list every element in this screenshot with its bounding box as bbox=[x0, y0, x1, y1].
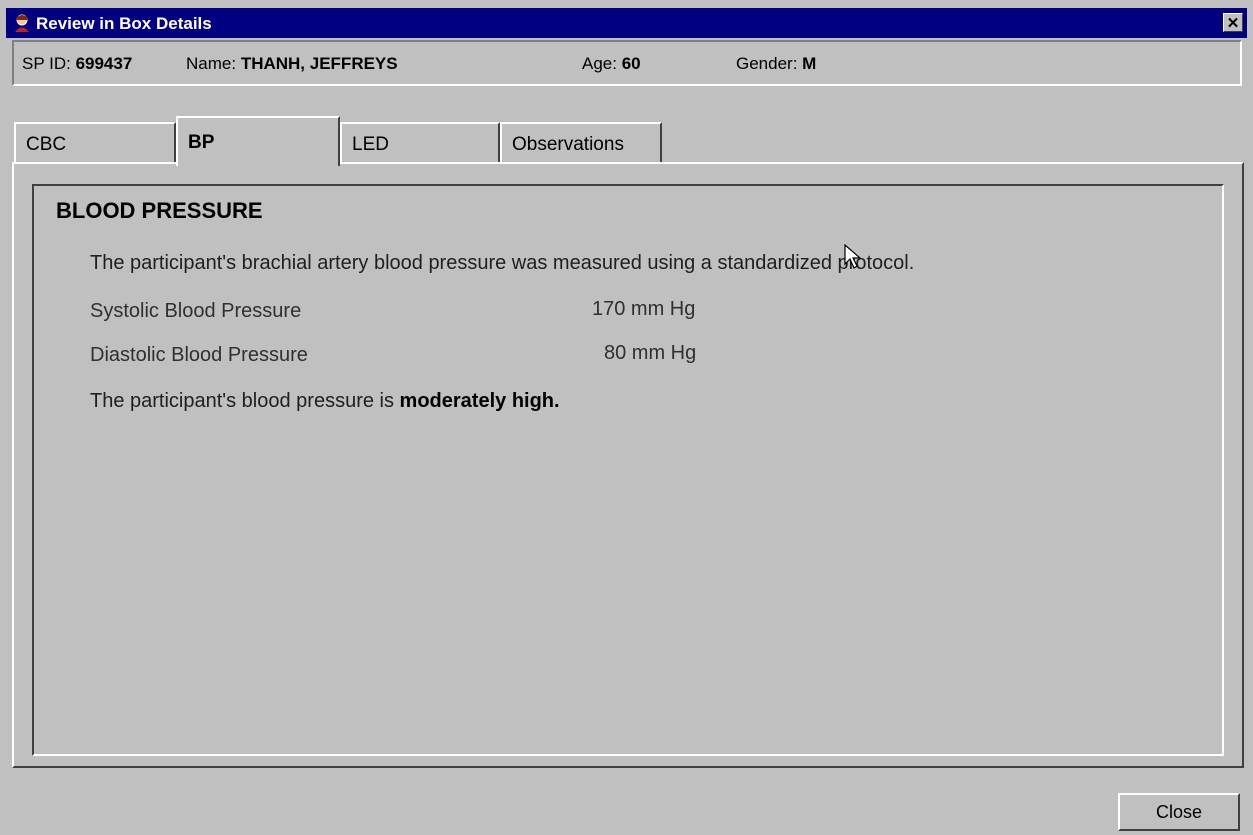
title-bar: Review in Box Details ✕ bbox=[6, 8, 1247, 38]
close-button[interactable]: Close bbox=[1118, 793, 1240, 831]
mouse-pointer-icon bbox=[844, 244, 862, 269]
age-label: Age: bbox=[582, 54, 617, 73]
bp-status: The participant's blood pressure is mode… bbox=[90, 390, 560, 413]
spid-field: SP ID: 699437 bbox=[22, 54, 132, 74]
tab-led[interactable]: LED bbox=[340, 122, 500, 164]
section-title: BLOOD PRESSURE bbox=[56, 198, 263, 223]
name-label: Name: bbox=[186, 54, 237, 73]
patient-info-bar: SP ID: 699437 Name: THANH, JEFFREYS Age:… bbox=[12, 40, 1242, 86]
age-field: Age: 60 bbox=[582, 54, 641, 74]
tab-cbc[interactable]: CBC bbox=[14, 122, 176, 164]
tab-observations[interactable]: Observations bbox=[500, 122, 662, 164]
blood-pressure-panel: BLOOD PRESSURE The participant's brachia… bbox=[32, 184, 1224, 756]
diastolic-label: Diastolic Blood Pressure bbox=[90, 344, 308, 366]
status-value: moderately high. bbox=[399, 390, 560, 412]
window-title: Review in Box Details bbox=[36, 14, 212, 33]
close-icon[interactable]: ✕ bbox=[1223, 13, 1243, 32]
systolic-value: 170 mm Hg bbox=[592, 298, 696, 320]
age-value: 60 bbox=[621, 54, 641, 73]
gender-field: Gender: M bbox=[736, 54, 816, 74]
name-field: Name: THANH, JEFFREYS bbox=[186, 54, 398, 74]
tab-panel: BLOOD PRESSURE The participant's brachia… bbox=[12, 162, 1244, 768]
status-prefix: The participant's blood pressure is bbox=[90, 390, 394, 412]
person-icon bbox=[15, 14, 29, 32]
name-value: THANH, JEFFREYS bbox=[240, 54, 398, 73]
spid-label: SP ID: bbox=[22, 54, 71, 73]
description-text: The participant's brachial artery blood … bbox=[90, 252, 915, 274]
gender-label: Gender: bbox=[736, 54, 798, 73]
gender-value: M bbox=[802, 54, 817, 73]
diastolic-value: 80 mm Hg bbox=[604, 342, 697, 364]
tab-bp[interactable]: BP bbox=[176, 116, 340, 166]
spid-value: 699437 bbox=[75, 54, 133, 73]
systolic-label: Systolic Blood Pressure bbox=[90, 300, 302, 322]
